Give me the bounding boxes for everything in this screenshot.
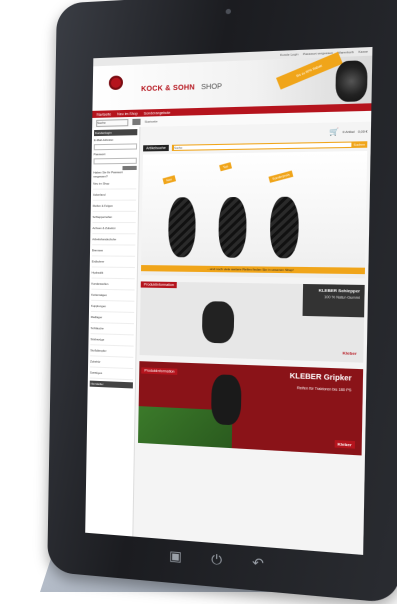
search-bar: Artikelsuche Suche Suchen: [143, 141, 368, 152]
product-info-subtitle: 100 % Natur-Gummi: [324, 295, 360, 300]
product-info-banner[interactable]: Produktinformation KLEBER Schlepper 100 …: [139, 281, 365, 363]
product-info-subtitle: Reifen für Traktoren bis 180 PS: [296, 385, 352, 393]
sidebar-item[interactable]: Kettensägen: [91, 289, 135, 302]
brand-logo: Kleber: [334, 439, 356, 449]
breadcrumb-home[interactable]: Startseite: [145, 119, 158, 123]
product-info-header: Produktinformation: [141, 367, 178, 375]
hero-strip: ...und noch viele weitere Reifen finden …: [140, 265, 366, 275]
tyre-image: [269, 196, 300, 259]
brand-logo: Kleber: [342, 350, 357, 356]
sidebar-item[interactable]: Sonstiges: [89, 367, 134, 381]
sidebar-item[interactable]: Erdbohrer: [91, 256, 136, 269]
logo-shop: SHOP: [201, 83, 223, 92]
sidebar-item[interactable]: Kardanwellen: [91, 278, 135, 291]
cart-icon[interactable]: 🛒: [329, 128, 339, 137]
hero-label: Sonderpreis: [268, 170, 294, 183]
search-input[interactable]: Suche: [174, 142, 352, 150]
sidebar-item[interactable]: Reifen & Felgen: [92, 200, 137, 212]
email-field[interactable]: [93, 143, 138, 151]
site-logo[interactable]: KOCK & SOHN SHOP: [99, 72, 223, 95]
email-label: E-Mail-Adresse:: [93, 137, 114, 143]
nav-item-home[interactable]: Startseite: [96, 112, 111, 116]
sidebar: Kundenlogin E-Mail-Adresse: Passwort: Ha…: [85, 126, 141, 546]
product-info-title: KLEBER Schlepper: [318, 287, 361, 294]
tyre-image: [201, 301, 235, 344]
camera-icon: [225, 8, 232, 15]
sidebar-item[interactable]: Achsen & Zubehör: [92, 223, 136, 235]
tyre-image: [167, 197, 197, 258]
power-icon[interactable]: ⏻: [211, 551, 222, 569]
main-content: 🛒 0 Artikel 0,00 € Artikelsuche Suche Su…: [133, 122, 371, 555]
sidebar-item[interactable]: Schlepperreifen: [92, 211, 136, 224]
quick-search-select[interactable]: Suche: [96, 118, 129, 127]
sidebar-item[interactable]: Ackerland: [92, 189, 137, 201]
tyre-image: [335, 60, 368, 103]
hero-banner[interactable]: Neu Top Sonderpreis ...und noch viele we…: [140, 150, 368, 279]
logo-text: KOCK & SOHN: [141, 84, 195, 94]
site-banner: KOCK & SOHN SHOP Bis zu 60% Rabatt: [92, 51, 373, 111]
cart-sum: 0,00 €: [358, 129, 368, 134]
tyre-image: [210, 374, 242, 426]
login-link[interactable]: Kunde Login: [280, 52, 299, 57]
sidebar-item[interactable]: Arbeitshandschuhe: [92, 234, 136, 246]
nav-item-offers[interactable]: Sonderangebote: [144, 110, 171, 115]
hero-label: Neu: [162, 175, 176, 185]
login-box-header: Kundenlogin: [93, 129, 138, 137]
cart-count: 0 Artikel: [342, 129, 355, 135]
search-tag: Artikelsuche: [143, 144, 169, 152]
nav-item-new[interactable]: Neu im Shop: [117, 111, 138, 116]
search-button[interactable]: Suchen: [353, 142, 365, 147]
logo-wheel-icon: [99, 75, 136, 95]
manufacturer-header: Hersteller: [89, 380, 133, 389]
product-info-header: Produktinformation: [140, 281, 178, 289]
quick-search-button[interactable]: [132, 118, 141, 126]
checkout-link[interactable]: Kasse: [358, 49, 368, 54]
product-info-banner[interactable]: Produktinformation KLEBER Gripker Reifen…: [138, 361, 364, 456]
tablet-screen: Kunde Login Passwort vergessen Warenkorb…: [85, 46, 373, 555]
search-box: Suche Suchen: [171, 141, 368, 151]
sidebar-item[interactable]: Hydraulik: [91, 267, 135, 280]
product-info-title: KLEBER Gripker: [289, 372, 352, 383]
hero-label: Top: [219, 162, 232, 172]
password-field[interactable]: [93, 157, 137, 165]
tablet-device: Kunde Login Passwort vergessen Warenkorb…: [47, 0, 397, 604]
tyre-image: [218, 196, 247, 258]
password-label: Passwort:: [93, 152, 106, 157]
sidebar-item[interactable]: Bremsen: [91, 245, 136, 257]
back-icon[interactable]: ↶: [252, 554, 264, 572]
sidebar-item[interactable]: Neu im Shop: [93, 178, 137, 190]
cart-link[interactable]: Warenkorb: [337, 50, 353, 55]
cart-summary[interactable]: 🛒 0 Artikel 0,00 €: [143, 125, 367, 142]
home-button-icon[interactable]: ▣: [169, 548, 182, 566]
